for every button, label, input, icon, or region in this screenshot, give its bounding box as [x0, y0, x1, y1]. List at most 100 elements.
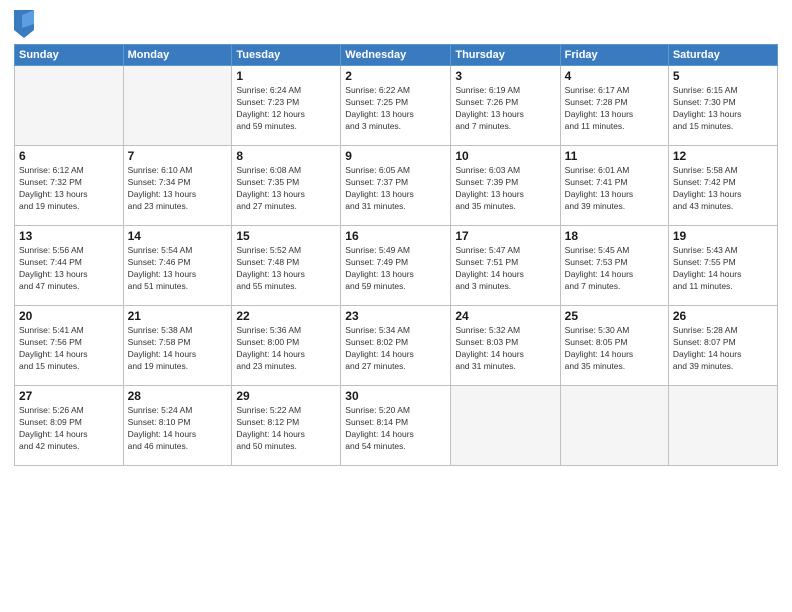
calendar: SundayMondayTuesdayWednesdayThursdayFrid…: [14, 44, 778, 466]
weekday-header: Friday: [560, 45, 668, 66]
calendar-week: 27 Sunrise: 5:26 AM Sunset: 8:09 PM Dayli…: [15, 386, 778, 466]
day-info: Sunrise: 6:10 AM Sunset: 7:34 PM Dayligh…: [128, 165, 228, 213]
calendar-day: 22 Sunrise: 5:36 AM Sunset: 8:00 PM Dayli…: [232, 306, 341, 386]
calendar-week: 1Sunrise: 6:24 AM Sunset: 7:23 PM Daylig…: [15, 66, 778, 146]
day-info: Sunrise: 6:08 AM Sunset: 7:35 PM Dayligh…: [236, 165, 336, 213]
day-info: Sunrise: 5:30 AM Sunset: 8:05 PM Dayligh…: [565, 325, 664, 373]
calendar-day: [560, 386, 668, 466]
day-info: Sunrise: 5:38 AM Sunset: 7:58 PM Dayligh…: [128, 325, 228, 373]
day-number: 5: [673, 69, 773, 83]
calendar-day: 28Sunrise: 5:24 AM Sunset: 8:10 PM Dayli…: [123, 386, 232, 466]
calendar-week: 6Sunrise: 6:12 AM Sunset: 7:32 PM Daylig…: [15, 146, 778, 226]
day-number: 23: [345, 309, 446, 323]
day-info: Sunrise: 5:52 AM Sunset: 7:48 PM Dayligh…: [236, 245, 336, 293]
day-number: 22: [236, 309, 336, 323]
calendar-day: 25 Sunrise: 5:30 AM Sunset: 8:05 PM Dayli…: [560, 306, 668, 386]
calendar-day: 10 Sunrise: 6:03 AM Sunset: 7:39 PM Dayli…: [451, 146, 560, 226]
day-info: Sunrise: 6:17 AM Sunset: 7:28 PM Dayligh…: [565, 85, 664, 133]
calendar-day: 11 Sunrise: 6:01 AM Sunset: 7:41 PM Dayli…: [560, 146, 668, 226]
day-info: Sunrise: 5:47 AM Sunset: 7:51 PM Dayligh…: [455, 245, 555, 293]
calendar-header: SundayMondayTuesdayWednesdayThursdayFrid…: [15, 45, 778, 66]
day-info: Sunrise: 6:03 AM Sunset: 7:39 PM Dayligh…: [455, 165, 555, 213]
weekday-row: SundayMondayTuesdayWednesdayThursdayFrid…: [15, 45, 778, 66]
day-number: 25: [565, 309, 664, 323]
day-info: Sunrise: 5:20 AM Sunset: 8:14 PM Dayligh…: [345, 405, 446, 453]
calendar-day: 27 Sunrise: 5:26 AM Sunset: 8:09 PM Dayli…: [15, 386, 124, 466]
day-info: Sunrise: 5:54 AM Sunset: 7:46 PM Dayligh…: [128, 245, 228, 293]
day-info: Sunrise: 6:22 AM Sunset: 7:25 PM Dayligh…: [345, 85, 446, 133]
day-number: 6: [19, 149, 119, 163]
calendar-day: 30 Sunrise: 5:20 AM Sunset: 8:14 PM Dayli…: [341, 386, 451, 466]
day-number: 16: [345, 229, 446, 243]
calendar-day: 23Sunrise: 5:34 AM Sunset: 8:02 PM Dayli…: [341, 306, 451, 386]
day-number: 21: [128, 309, 228, 323]
weekday-header: Saturday: [668, 45, 777, 66]
day-number: 2: [345, 69, 446, 83]
calendar-day: 12Sunrise: 5:58 AM Sunset: 7:42 PM Dayli…: [668, 146, 777, 226]
day-info: Sunrise: 5:43 AM Sunset: 7:55 PM Dayligh…: [673, 245, 773, 293]
day-info: Sunrise: 6:24 AM Sunset: 7:23 PM Dayligh…: [236, 85, 336, 133]
day-number: 20: [19, 309, 119, 323]
weekday-header: Monday: [123, 45, 232, 66]
calendar-day: 21 Sunrise: 5:38 AM Sunset: 7:58 PM Dayli…: [123, 306, 232, 386]
page: SundayMondayTuesdayWednesdayThursdayFrid…: [0, 0, 792, 612]
calendar-day: 15 Sunrise: 5:52 AM Sunset: 7:48 PM Dayli…: [232, 226, 341, 306]
calendar-day: 20 Sunrise: 5:41 AM Sunset: 7:56 PM Dayli…: [15, 306, 124, 386]
weekday-header: Wednesday: [341, 45, 451, 66]
day-number: 9: [345, 149, 446, 163]
day-info: Sunrise: 5:45 AM Sunset: 7:53 PM Dayligh…: [565, 245, 664, 293]
day-info: Sunrise: 5:41 AM Sunset: 7:56 PM Dayligh…: [19, 325, 119, 373]
logo: [14, 10, 36, 38]
day-number: 28: [128, 389, 228, 403]
calendar-week: 13Sunrise: 5:56 AM Sunset: 7:44 PM Dayli…: [15, 226, 778, 306]
weekday-header: Tuesday: [232, 45, 341, 66]
calendar-day: 24Sunrise: 5:32 AM Sunset: 8:03 PM Dayli…: [451, 306, 560, 386]
day-info: Sunrise: 6:01 AM Sunset: 7:41 PM Dayligh…: [565, 165, 664, 213]
header: [14, 10, 778, 38]
logo-icon: [14, 10, 34, 38]
day-number: 3: [455, 69, 555, 83]
day-number: 14: [128, 229, 228, 243]
day-info: Sunrise: 5:49 AM Sunset: 7:49 PM Dayligh…: [345, 245, 446, 293]
calendar-week: 20 Sunrise: 5:41 AM Sunset: 7:56 PM Dayli…: [15, 306, 778, 386]
day-info: Sunrise: 5:26 AM Sunset: 8:09 PM Dayligh…: [19, 405, 119, 453]
calendar-day: 19 Sunrise: 5:43 AM Sunset: 7:55 PM Dayli…: [668, 226, 777, 306]
day-info: Sunrise: 6:05 AM Sunset: 7:37 PM Dayligh…: [345, 165, 446, 213]
calendar-day: 3 Sunrise: 6:19 AM Sunset: 7:26 PM Daylig…: [451, 66, 560, 146]
day-info: Sunrise: 5:58 AM Sunset: 7:42 PM Dayligh…: [673, 165, 773, 213]
day-number: 11: [565, 149, 664, 163]
day-info: Sunrise: 5:36 AM Sunset: 8:00 PM Dayligh…: [236, 325, 336, 373]
calendar-day: [668, 386, 777, 466]
day-info: Sunrise: 5:22 AM Sunset: 8:12 PM Dayligh…: [236, 405, 336, 453]
day-number: 18: [565, 229, 664, 243]
calendar-day: 4Sunrise: 6:17 AM Sunset: 7:28 PM Daylig…: [560, 66, 668, 146]
calendar-day: 6Sunrise: 6:12 AM Sunset: 7:32 PM Daylig…: [15, 146, 124, 226]
day-info: Sunrise: 6:19 AM Sunset: 7:26 PM Dayligh…: [455, 85, 555, 133]
calendar-day: [15, 66, 124, 146]
calendar-day: 9 Sunrise: 6:05 AM Sunset: 7:37 PM Daylig…: [341, 146, 451, 226]
day-number: 19: [673, 229, 773, 243]
day-info: Sunrise: 5:28 AM Sunset: 8:07 PM Dayligh…: [673, 325, 773, 373]
calendar-day: 2 Sunrise: 6:22 AM Sunset: 7:25 PM Daylig…: [341, 66, 451, 146]
day-number: 30: [345, 389, 446, 403]
calendar-day: 13Sunrise: 5:56 AM Sunset: 7:44 PM Dayli…: [15, 226, 124, 306]
day-number: 29: [236, 389, 336, 403]
weekday-header: Thursday: [451, 45, 560, 66]
day-number: 24: [455, 309, 555, 323]
calendar-day: 26Sunrise: 5:28 AM Sunset: 8:07 PM Dayli…: [668, 306, 777, 386]
day-info: Sunrise: 6:15 AM Sunset: 7:30 PM Dayligh…: [673, 85, 773, 133]
calendar-day: 14 Sunrise: 5:54 AM Sunset: 7:46 PM Dayli…: [123, 226, 232, 306]
day-number: 27: [19, 389, 119, 403]
day-number: 13: [19, 229, 119, 243]
calendar-day: 1Sunrise: 6:24 AM Sunset: 7:23 PM Daylig…: [232, 66, 341, 146]
calendar-day: [123, 66, 232, 146]
day-number: 10: [455, 149, 555, 163]
weekday-header: Sunday: [15, 45, 124, 66]
day-number: 15: [236, 229, 336, 243]
calendar-day: [451, 386, 560, 466]
calendar-day: 16 Sunrise: 5:49 AM Sunset: 7:49 PM Dayli…: [341, 226, 451, 306]
day-number: 17: [455, 229, 555, 243]
calendar-body: 1Sunrise: 6:24 AM Sunset: 7:23 PM Daylig…: [15, 66, 778, 466]
calendar-day: 29 Sunrise: 5:22 AM Sunset: 8:12 PM Dayli…: [232, 386, 341, 466]
calendar-day: 8Sunrise: 6:08 AM Sunset: 7:35 PM Daylig…: [232, 146, 341, 226]
